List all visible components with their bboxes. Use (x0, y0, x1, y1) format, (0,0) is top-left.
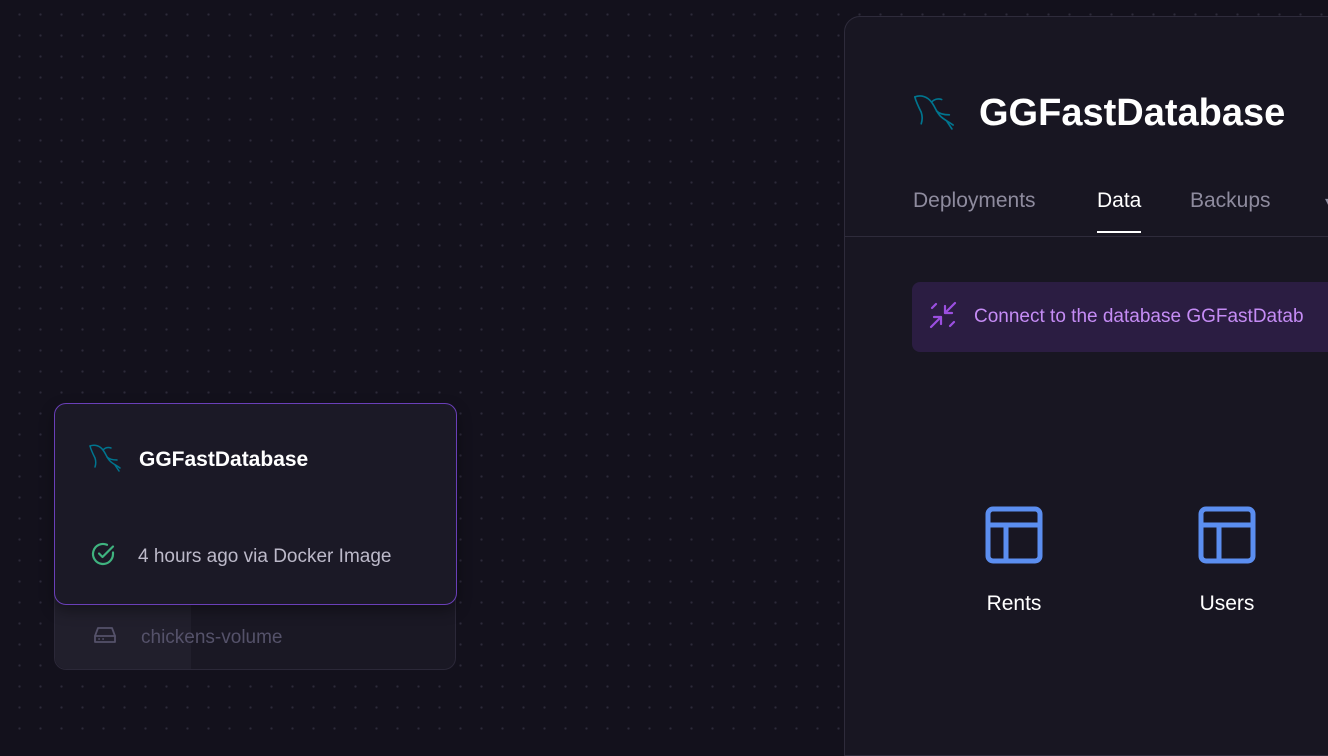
deployment-status-text: 4 hours ago via Docker Image (138, 545, 392, 567)
connect-arrows-icon (928, 300, 958, 335)
connect-database-banner[interactable]: Connect to the database GGFastDatab (912, 282, 1328, 352)
table-label: Rents (986, 592, 1042, 615)
table-item-users[interactable]: Users (1162, 505, 1292, 616)
deployment-status: 4 hours ago via Docker Image (89, 540, 391, 573)
tab-backups[interactable]: Backups (1190, 189, 1271, 231)
table-icon (984, 505, 1044, 570)
service-card[interactable]: GGFastDatabase 4 hours ago via Docker Im… (54, 403, 457, 605)
tab-deployments[interactable]: Deployments (913, 189, 1036, 231)
tab-data[interactable]: Data (1097, 189, 1142, 233)
mysql-dolphin-icon (911, 89, 957, 138)
table-label: Users (1199, 592, 1255, 615)
service-detail-panel: GGFastDatabase Deployments Data Backups … (844, 16, 1328, 756)
volume-row: chickens-volume (93, 626, 283, 649)
table-icon (1197, 505, 1257, 570)
service-header: GGFastDatabase (87, 440, 308, 479)
check-circle-icon (89, 540, 117, 573)
service-name: GGFastDatabase (139, 447, 309, 471)
panel-header: GGFastDatabase (911, 89, 1285, 138)
connect-banner-text: Connect to the database GGFastDatab (974, 306, 1304, 327)
hard-drive-icon (93, 626, 117, 649)
table-item-rents[interactable]: Rents (949, 505, 1079, 616)
panel-title: GGFastDatabase (979, 92, 1286, 134)
volume-name: chickens-volume (141, 626, 283, 648)
panel-tabs: Deployments Data Backups ▾ (845, 177, 1328, 237)
mysql-dolphin-icon (87, 440, 123, 479)
